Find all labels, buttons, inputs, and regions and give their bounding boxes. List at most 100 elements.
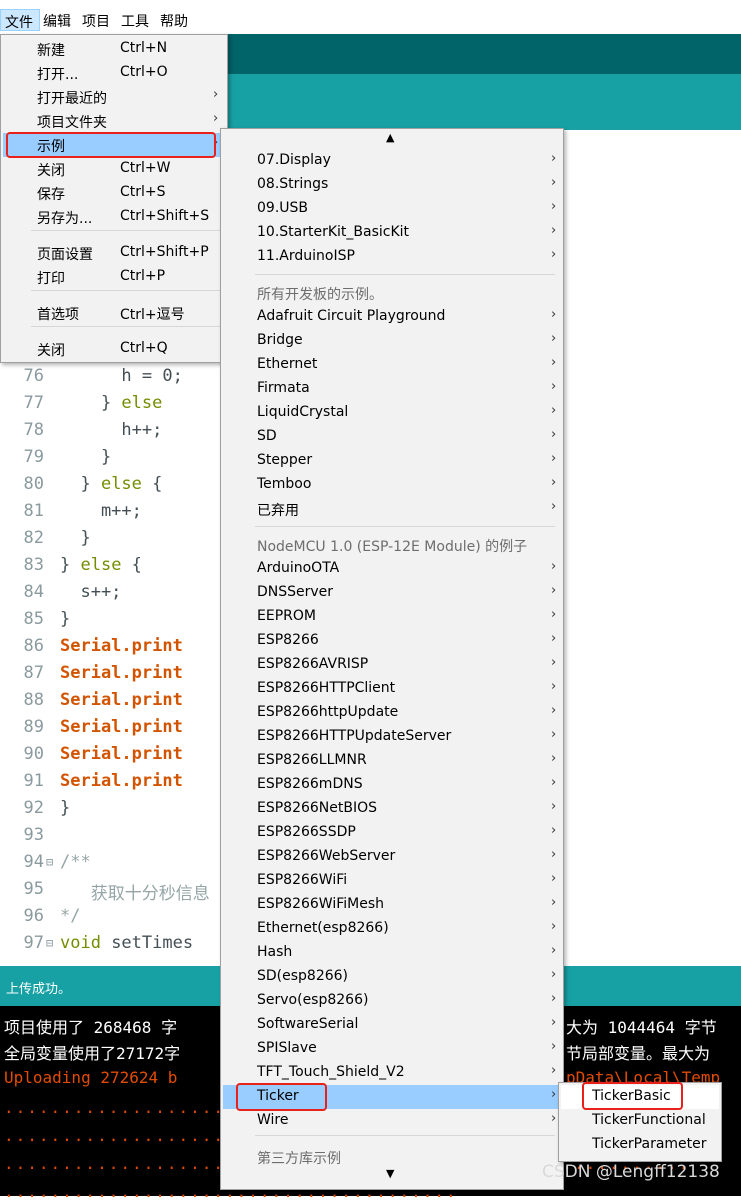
- code-text: Serial.print: [60, 771, 183, 791]
- examples-menu-item-label: Temboo: [257, 476, 312, 492]
- fold-marker-icon[interactable]: ⊟: [46, 936, 53, 950]
- examples-menu-item[interactable]: Servo(esp8266) ›: [223, 989, 561, 1013]
- highlight-box-tickerbasic: [582, 1082, 683, 1110]
- examples-menu-item[interactable]: TFT_Touch_Shield_V2 ›: [223, 1061, 561, 1085]
- code-text: Serial.print: [60, 744, 183, 764]
- examples-menu-item[interactable]: Wire ›: [223, 1109, 561, 1133]
- examples-menu-item[interactable]: 10.StarterKit_BasicKit ›: [223, 221, 561, 245]
- file-menu-item[interactable]: 新建 Ctrl+N: [3, 37, 223, 61]
- examples-menu-item-label: ESP8266mDNS: [257, 776, 363, 792]
- menu-help[interactable]: 帮助: [160, 11, 188, 31]
- examples-menu-item[interactable]: 已弃用 ›: [223, 497, 561, 521]
- file-menu-item[interactable]: 关闭 Ctrl+Q: [3, 337, 223, 361]
- examples-menu-item-label: Firmata: [257, 380, 310, 396]
- menu-separator: [255, 1135, 555, 1136]
- examples-menu-item-label: 07.Display: [257, 152, 331, 168]
- examples-menu-item[interactable]: EEPROM ›: [223, 605, 561, 629]
- examples-menu-item[interactable]: SD ›: [223, 425, 561, 449]
- examples-menu-item[interactable]: Bridge ›: [223, 329, 561, 353]
- chevron-right-icon: ›: [551, 583, 557, 598]
- menu-file[interactable]: 文件: [0, 9, 40, 31]
- ticker-menu-item[interactable]: TickerFunctional: [561, 1109, 719, 1133]
- examples-menu-item[interactable]: ESP8266httpUpdate ›: [223, 701, 561, 725]
- code-text: */: [60, 906, 81, 926]
- console-line: 全局变量使用了27172字: [4, 1044, 181, 1063]
- examples-menu-item[interactable]: ESP8266HTTPClient ›: [223, 677, 561, 701]
- examples-menu-item-label: 10.StarterKit_BasicKit: [257, 224, 410, 240]
- status-message: 上传成功。: [6, 982, 72, 997]
- examples-menu-item[interactable]: 08.Strings ›: [223, 173, 561, 197]
- code-text: 获取十分秒信息: [60, 884, 210, 904]
- examples-menu-item[interactable]: Adafruit Circuit Playground ›: [223, 305, 561, 329]
- examples-menu-item[interactable]: Temboo ›: [223, 473, 561, 497]
- examples-menu-item-label: EEPROM: [257, 608, 316, 624]
- file-menu-item-label: 打开最近的: [37, 91, 107, 107]
- examples-menu-item[interactable]: DNSServer ›: [223, 581, 561, 605]
- file-menu-item-shortcut: Ctrl+Shift+S: [120, 208, 210, 224]
- examples-menu-item[interactable]: 07.Display ›: [223, 149, 561, 173]
- fold-marker-icon[interactable]: ⊟: [46, 855, 53, 869]
- chevron-right-icon: ›: [551, 727, 557, 742]
- examples-menu-item[interactable]: LiquidCrystal ›: [223, 401, 561, 425]
- file-menu-item-shortcut: Ctrl+O: [120, 64, 168, 80]
- file-menu-item[interactable]: 打开最近的 ›: [3, 85, 223, 109]
- examples-menu-header: NodeMCU 1.0 (ESP-12E Module) 的例子: [223, 533, 561, 557]
- code-text: }: [60, 528, 91, 548]
- examples-menu-item[interactable]: Stepper ›: [223, 449, 561, 473]
- menu-project[interactable]: 项目: [82, 11, 110, 31]
- examples-menu-item[interactable]: ESP8266LLMNR ›: [223, 749, 561, 773]
- ticker-menu-item[interactable]: TickerParameter: [561, 1133, 719, 1157]
- line-number: 85: [23, 609, 44, 629]
- file-menu-item-shortcut: Ctrl+Q: [120, 340, 168, 356]
- examples-menu-item[interactable]: Ethernet ›: [223, 353, 561, 377]
- examples-menu-item[interactable]: ESP8266AVRISP ›: [223, 653, 561, 677]
- examples-menu-item[interactable]: ESP8266WebServer ›: [223, 845, 561, 869]
- examples-menu-item[interactable]: SoftwareSerial ›: [223, 1013, 561, 1037]
- examples-menu-header: 所有开发板的示例。: [223, 281, 561, 305]
- examples-menu-item[interactable]: ESP8266mDNS ›: [223, 773, 561, 797]
- examples-menu-item[interactable]: ESP8266HTTPUpdateServer ›: [223, 725, 561, 749]
- examples-menu-item-label: ESP8266NetBIOS: [257, 800, 378, 816]
- file-menu-item[interactable]: 打开... Ctrl+O: [3, 61, 223, 85]
- file-menu-item[interactable]: 打印 Ctrl+P: [3, 265, 223, 289]
- examples-menu-item[interactable]: 09.USB ›: [223, 197, 561, 221]
- code-text: Serial.print: [60, 717, 183, 737]
- chevron-right-icon: ›: [551, 247, 557, 262]
- file-menu-item[interactable]: 保存 Ctrl+S: [3, 181, 223, 205]
- file-menu-item[interactable]: 项目文件夹 ›: [3, 109, 223, 133]
- file-menu-item[interactable]: 页面设置 Ctrl+Shift+P: [3, 241, 223, 265]
- watermark: CSDN @Lengff12138: [542, 1162, 720, 1182]
- line-number: 95: [23, 879, 44, 899]
- examples-menu-item-label: SoftwareSerial: [257, 1016, 359, 1032]
- examples-menu-item[interactable]: ESP8266SSDP ›: [223, 821, 561, 845]
- file-menu-item[interactable]: 另存为... Ctrl+Shift+S: [3, 205, 223, 229]
- chevron-right-icon: ›: [551, 451, 557, 466]
- examples-menu-item-label: ESP8266WebServer: [257, 848, 396, 864]
- examples-menu-item[interactable]: ESP8266WiFi ›: [223, 869, 561, 893]
- chevron-right-icon: ›: [551, 751, 557, 766]
- line-number: 89: [23, 717, 44, 737]
- file-menu-item[interactable]: 关闭 Ctrl+W: [3, 157, 223, 181]
- examples-menu-item[interactable]: SPISlave ›: [223, 1037, 561, 1061]
- examples-menu-item[interactable]: Firmata ›: [223, 377, 561, 401]
- examples-menu-item[interactable]: Hash ›: [223, 941, 561, 965]
- examples-menu-item[interactable]: Ethernet(esp8266) ›: [223, 917, 561, 941]
- chevron-right-icon: ›: [551, 175, 557, 190]
- examples-menu-item[interactable]: ESP8266WiFiMesh ›: [223, 893, 561, 917]
- menu-tools[interactable]: 工具: [121, 11, 149, 31]
- menu-edit[interactable]: 编辑: [43, 11, 71, 31]
- examples-menu-item[interactable]: SD(esp8266) ›: [223, 965, 561, 989]
- chevron-right-icon: ›: [551, 775, 557, 790]
- file-menu-item[interactable]: 首选项 Ctrl+逗号: [3, 301, 223, 325]
- examples-menu-item[interactable]: 11.ArduinoISP ›: [223, 245, 561, 269]
- tab-bar: [226, 74, 741, 130]
- chevron-right-icon: ›: [551, 607, 557, 622]
- examples-menu-item-label: TFT_Touch_Shield_V2: [257, 1064, 405, 1080]
- examples-menu-item[interactable]: ArduinoOTA ›: [223, 557, 561, 581]
- scroll-down-icon[interactable]: ▼: [386, 1167, 394, 1191]
- code-text: Serial.print: [60, 690, 183, 710]
- examples-menu-item[interactable]: ESP8266NetBIOS ›: [223, 797, 561, 821]
- examples-menu-item-label: Servo(esp8266): [257, 992, 369, 1008]
- examples-menu-item[interactable]: ESP8266 ›: [223, 629, 561, 653]
- chevron-right-icon: ›: [551, 199, 557, 214]
